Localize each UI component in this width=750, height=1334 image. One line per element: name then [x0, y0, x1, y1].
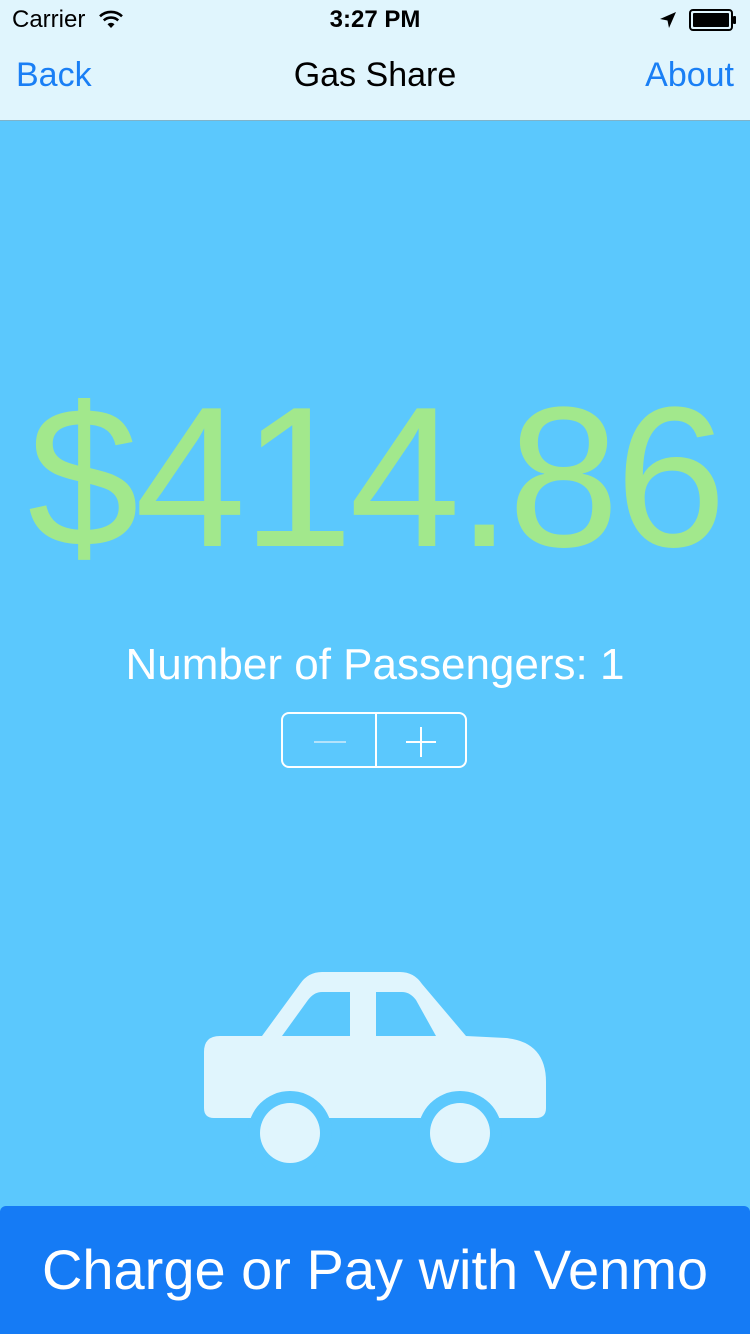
increment-button[interactable]	[377, 714, 465, 766]
venmo-button[interactable]: Charge or Pay with Venmo	[0, 1206, 750, 1334]
navigation-bar: Back Gas Share About	[0, 40, 750, 121]
minus-icon	[314, 741, 346, 743]
status-bar: Carrier 3:27 PM	[0, 0, 750, 40]
page-title: Gas Share	[293, 56, 457, 94]
status-time: 3:27 PM	[329, 6, 421, 33]
decrement-button[interactable]	[283, 714, 375, 766]
battery-icon	[689, 9, 737, 31]
location-arrow-icon	[658, 10, 678, 35]
car-icon	[204, 972, 546, 1168]
about-button[interactable]: About	[645, 56, 734, 95]
passenger-stepper[interactable]	[281, 712, 467, 768]
plus-icon	[406, 727, 436, 757]
passenger-count-label: Number of Passengers: 1	[125, 640, 625, 689]
share-amount: $414.86	[27, 366, 727, 589]
